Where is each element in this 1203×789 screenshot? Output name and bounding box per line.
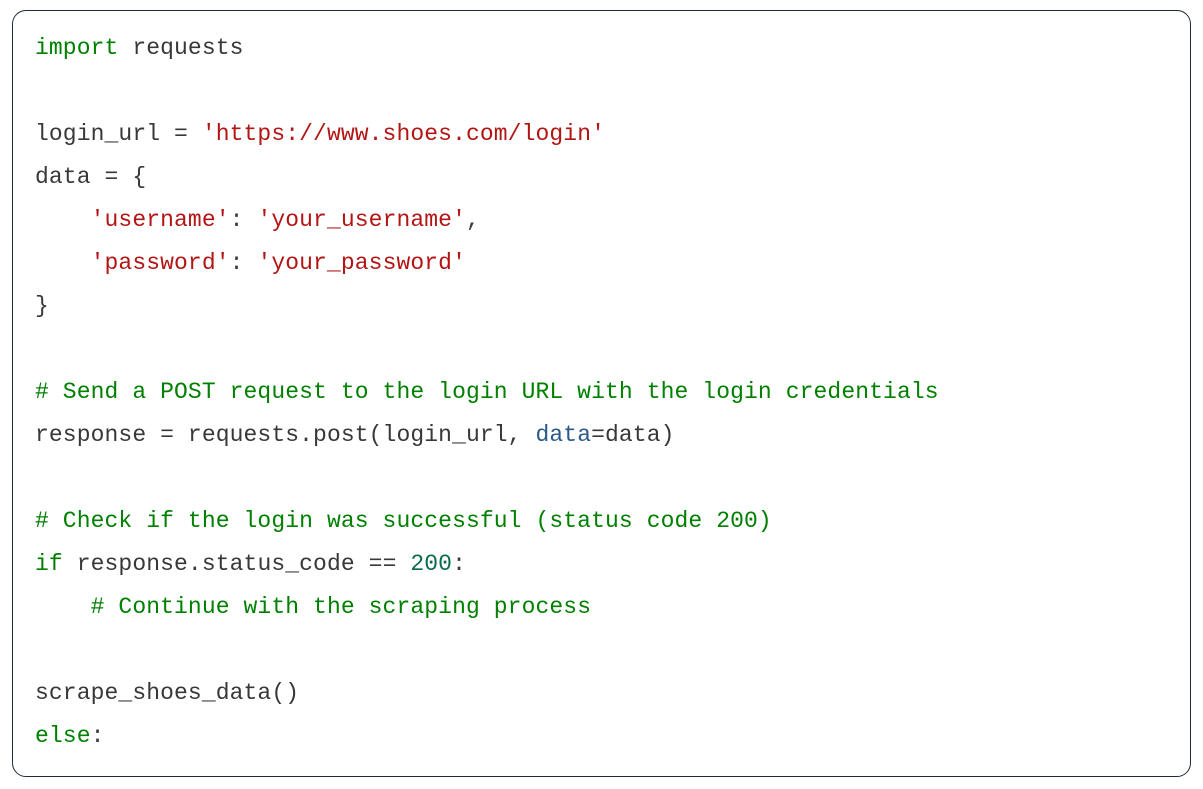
code-token: else [35, 723, 91, 749]
code-content: import requests login_url = 'https://www… [35, 27, 1168, 758]
page: import requests login_url = 'https://www… [0, 0, 1203, 789]
code-token: # Continue with the scraping process [91, 594, 591, 620]
code-token: import [35, 35, 118, 61]
code-token: login_url = [35, 121, 202, 147]
code-token: data = { [35, 164, 146, 190]
code-token: , [466, 207, 480, 233]
code-token: data [535, 422, 591, 448]
code-token: requests [118, 35, 243, 61]
code-token: 'https://www.shoes.com/login' [202, 121, 605, 147]
code-token: : [91, 723, 105, 749]
code-token: : [230, 207, 258, 233]
code-token: : [452, 551, 466, 577]
code-token: # Check if the login was successful (sta… [35, 508, 772, 534]
code-token: 'password' [91, 250, 230, 276]
code-token: 'your_username' [257, 207, 466, 233]
code-token: if [35, 551, 63, 577]
code-token: 'username' [91, 207, 230, 233]
code-token: scrape_shoes_data() [35, 680, 299, 706]
code-token: =data) [591, 422, 674, 448]
code-token: # Send a POST request to the login URL w… [35, 379, 939, 405]
code-token: 'your_password' [257, 250, 466, 276]
code-token: 200 [410, 551, 452, 577]
code-token: response = requests.post(login_url, [35, 422, 535, 448]
code-token: : [230, 250, 258, 276]
code-token: response.status_code == [63, 551, 411, 577]
code-block: import requests login_url = 'https://www… [12, 10, 1191, 777]
code-token: } [35, 293, 49, 319]
